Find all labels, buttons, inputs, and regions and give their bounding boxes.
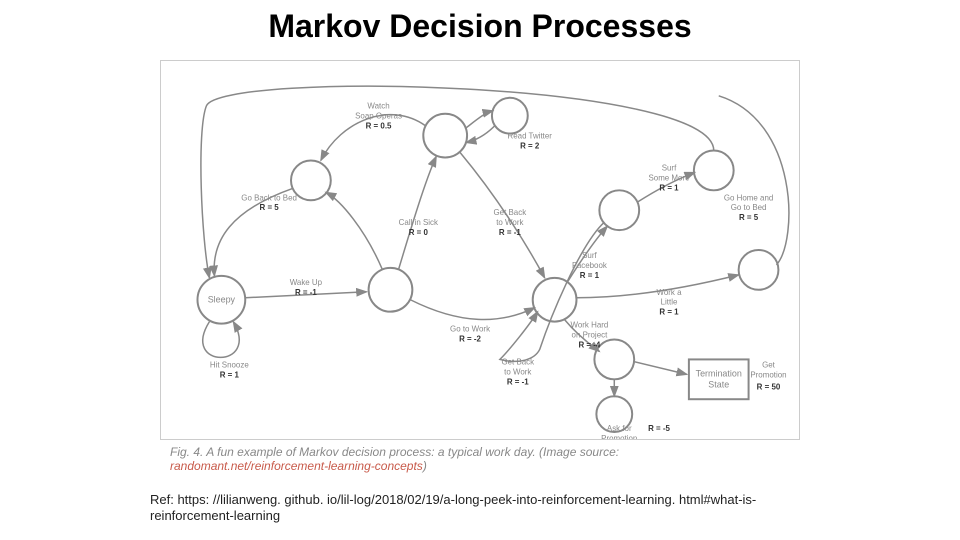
edge-ask-promo-r: R = -5 (648, 424, 670, 433)
edge-getback2-label2: to Work (504, 367, 531, 376)
edge-getback1-r: R = -1 (499, 228, 521, 237)
edge-surfmore-loop (201, 86, 714, 278)
edge-wake-up-r: R = -1 (295, 288, 317, 297)
edge-getback2-label1: Get Back (501, 357, 534, 366)
edge-go-work (410, 300, 534, 320)
edge-work-hard-label2: on Project (572, 331, 609, 340)
edge-soap-label2: Soap Operas (355, 112, 402, 121)
node-surfmore (694, 151, 734, 191)
edge-twitter-back (466, 126, 495, 143)
node-surf (599, 190, 639, 230)
edge-wake-up-label: Wake Up (290, 278, 323, 287)
edge-surf-fb-r: R = 1 (580, 271, 600, 280)
edge-go-home-label1: Go Home and (724, 193, 773, 202)
edge-twitter-out (465, 111, 493, 129)
edge-twitter-label: Read Twitter (508, 132, 553, 141)
caption-suffix: ) (423, 459, 427, 473)
edge-get-promo-r: R = 50 (757, 382, 781, 391)
edge-ask-promo-label1: Ask for (607, 424, 632, 433)
termination-label2: State (708, 379, 729, 389)
edge-work-hard-r: R = -4 (578, 340, 600, 349)
edge-get-promo (633, 361, 687, 374)
edge-get-promo-label2: Promotion (750, 370, 786, 379)
edge-go-home-r: R = 5 (739, 213, 759, 222)
edge-call-sick (398, 156, 436, 269)
edge-work-hard-label1: Work Hard (571, 321, 609, 330)
node-work (533, 278, 577, 322)
edge-hit-snooze-r: R = 1 (220, 370, 240, 379)
edge-ask-promo-label2: Promotion (601, 434, 637, 439)
node-bed (291, 160, 331, 200)
mdp-diagram: Sleepy Termination State Hit Snooze R = … (160, 60, 800, 440)
edge-work-little-r: R = 1 (659, 308, 679, 317)
edge-surf-more-r: R = 1 (659, 183, 679, 192)
termination-label1: Termination (696, 368, 742, 378)
edge-get-promo-label1: Get (762, 360, 776, 369)
slide-title: Markov Decision Processes (0, 8, 960, 45)
edge-go-back-bed-label: Go Back to Bed (241, 193, 297, 202)
edge-soap-r: R = 0.5 (366, 122, 392, 131)
edge-go-work-label: Go to Work (450, 325, 490, 334)
node-awake (369, 268, 413, 312)
caption-prefix: Fig. 4. A fun example of Markov decision… (170, 445, 619, 459)
figure-caption: Fig. 4. A fun example of Markov decision… (170, 445, 619, 473)
edge-work-little-label1: Work a (657, 288, 683, 297)
edge-work-little-label2: Little (661, 298, 678, 307)
edge-surf-more-label2: Some More (648, 173, 690, 182)
edge-getback2-r: R = -1 (507, 377, 529, 386)
edge-awake-bed (326, 192, 383, 270)
edge-getback1-label2: to Work (496, 218, 523, 227)
node-media (423, 114, 467, 158)
node-media2 (492, 98, 528, 134)
edge-getback1-label1: Get Back (494, 208, 527, 217)
edge-call-sick-label: Call in Sick (399, 218, 438, 227)
caption-source-link: randomant.net/reinforcement-learning-con… (170, 459, 423, 473)
edge-go-work-r: R = -2 (459, 335, 481, 344)
edge-call-sick-r: R = 0 (409, 228, 429, 237)
edge-go-back-bed-r: R = 5 (260, 203, 280, 212)
reference-text: Ref: https: //lilianweng. github. io/lil… (150, 492, 820, 525)
node-project (594, 340, 634, 380)
edge-hit-snooze (203, 322, 239, 358)
node-sleepy-label: Sleepy (208, 295, 236, 305)
edge-hit-snooze-label: Hit Snooze (210, 360, 249, 369)
edge-surf-fb-label1: Surf (582, 251, 597, 260)
edge-surf-more-label1: Surf (662, 163, 677, 172)
edge-twitter-r: R = 2 (520, 142, 540, 151)
edge-go-home-label2: Go to Bed (731, 203, 767, 212)
node-home (739, 250, 779, 290)
edge-soap-label1: Watch (367, 102, 389, 111)
